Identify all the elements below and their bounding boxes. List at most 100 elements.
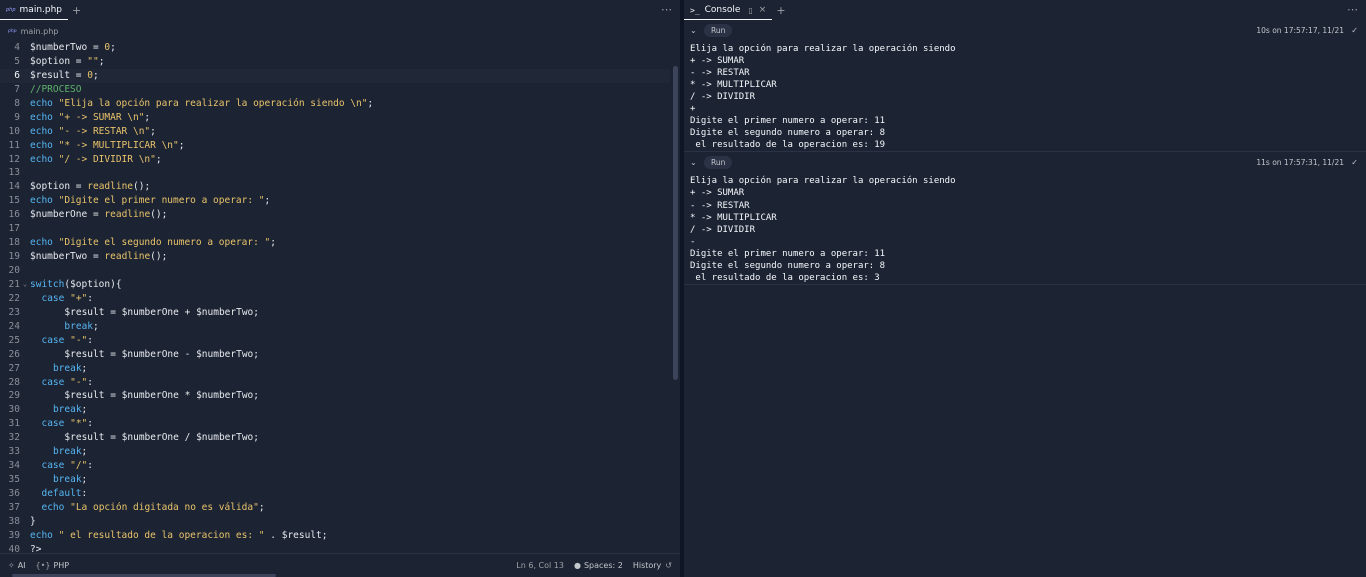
output-line: * -> MULTIPLICAR	[690, 212, 777, 223]
gutter	[20, 543, 30, 553]
output-line: +	[690, 104, 696, 115]
code-line[interactable]: 18 echo "Digite el segundo numero a opera…	[0, 236, 670, 250]
gutter	[20, 515, 30, 529]
code-line[interactable]: 8 echo "Elija la opción para realizar la …	[0, 97, 670, 111]
code-line[interactable]: 39 echo " el resultado de la operacion es…	[0, 529, 670, 543]
code-line[interactable]: 17	[0, 222, 670, 236]
code-text: echo "/ -> DIVIDIR \n";	[30, 153, 162, 165]
output-line: el resultado de la operacion es: 3	[690, 272, 880, 283]
code-line[interactable]: 11 echo "* -> MULTIPLICAR \n";	[0, 139, 670, 153]
gutter	[20, 445, 30, 459]
trash-icon[interactable]: ▯	[748, 6, 752, 15]
code-line[interactable]: 16 $numberOne = readline();	[0, 208, 670, 222]
run-badge: Run	[704, 23, 733, 37]
code-line[interactable]: 13	[0, 166, 670, 180]
code-text: $result = 0;	[30, 69, 99, 81]
chevron-down-icon[interactable]: ⌄	[690, 26, 704, 35]
line-number: 39	[8, 529, 20, 541]
code-line[interactable]: 28 case "-":	[0, 376, 670, 390]
tab-main-php[interactable]: php main.php	[0, 0, 69, 20]
code-line[interactable]: 40 ?>	[0, 543, 670, 553]
more-options-icon[interactable]: ⋯	[1347, 3, 1358, 16]
code-line[interactable]: 20	[0, 264, 670, 278]
line-number: 33	[8, 446, 20, 458]
code-line[interactable]: 35 break;	[0, 473, 670, 487]
code-line[interactable]: 14 $option = readline();	[0, 180, 670, 194]
close-icon[interactable]: ×	[759, 5, 767, 15]
code-line[interactable]: 31 case "*":	[0, 417, 670, 431]
code-text: $option = "";	[30, 55, 105, 67]
ai-button[interactable]: ✧ AI	[8, 561, 26, 570]
code-line[interactable]: 33 break;	[0, 445, 670, 459]
code-line[interactable]: 9 echo "+ -> SUMAR \n";	[0, 111, 670, 125]
code-line[interactable]: 25 case "-":	[0, 334, 670, 348]
new-tab-icon[interactable]: +	[72, 4, 81, 17]
code-text: break;	[52, 404, 88, 416]
run-output: Elija la opción para realizar la operaci…	[684, 40, 1366, 151]
cursor-position[interactable]: Ln 6, Col 13	[516, 561, 564, 570]
tab-label: main.php	[19, 5, 63, 15]
code-line[interactable]: 34 case "/":	[0, 459, 670, 473]
gutter	[20, 431, 30, 445]
code-line[interactable]: 26 $result = $numberOne - $numberTwo;	[0, 348, 670, 362]
console-pane: >_ Console ▯ × + ⋯ ⌄ Run 10s on 17:57:17, …	[684, 0, 1366, 577]
gutter	[20, 529, 30, 543]
code-editor[interactable]: 4 $numberTwo = 0; 5 $option = ""; 6 $result =…	[0, 41, 670, 553]
run-output: Elija la opción para realizar la operaci…	[684, 172, 1366, 283]
code-line[interactable]: 5 $option = "";	[0, 55, 670, 69]
chevron-down-icon[interactable]: ⌄	[690, 158, 704, 167]
fold-chevron-icon[interactable]: ⌄	[20, 278, 30, 292]
code-line[interactable]: 32 $result = $numberOne / $numberTwo;	[0, 431, 670, 445]
breadcrumb[interactable]: php main.php	[0, 24, 680, 38]
gutter	[20, 501, 30, 515]
code-text: switch($option){	[30, 278, 122, 290]
code-line[interactable]: 4 $numberTwo = 0;	[0, 41, 670, 55]
tab-console[interactable]: >_ Console ▯ ×	[684, 0, 773, 20]
code-line[interactable]: 21 ⌄ switch($option){	[0, 278, 670, 292]
line-number: 18	[8, 237, 20, 249]
new-tab-icon[interactable]: +	[776, 4, 785, 17]
editor-scrollbar[interactable]	[673, 66, 678, 380]
line-number: 10	[8, 125, 20, 137]
history-button[interactable]: History ↺	[633, 561, 672, 570]
code-line[interactable]: 19 $numberTwo = readline();	[0, 250, 670, 264]
code-line[interactable]: 22 case "+":	[0, 292, 670, 306]
line-number: 17	[8, 223, 20, 235]
code-line[interactable]: 7 //PROCESO	[0, 83, 670, 97]
line-number: 36	[8, 488, 20, 499]
code-line[interactable]: 30 break;	[0, 403, 670, 417]
run-header[interactable]: ⌄ Run 10s on 17:57:17, 11/21 ✓	[684, 20, 1366, 40]
code-line[interactable]: 12 echo "/ -> DIVIDIR \n";	[0, 153, 670, 167]
console-tabbar: >_ Console ▯ × + ⋯	[684, 0, 1366, 20]
run-badge: Run	[704, 155, 733, 169]
gutter	[20, 264, 30, 278]
code-line[interactable]: 38}	[0, 515, 670, 529]
gutter	[20, 250, 30, 264]
spaces-setting[interactable]: ● Spaces: 2	[574, 561, 623, 570]
output-line: Elija la opción para realizar la operaci…	[690, 176, 956, 187]
code-line[interactable]: 24 break;	[0, 320, 670, 334]
line-number: 14	[8, 181, 20, 193]
code-text: break;	[52, 446, 88, 458]
code-line[interactable]: 10 echo "- -> RESTAR \n";	[0, 125, 670, 139]
gutter	[20, 180, 30, 194]
output-line: - -> RESTAR	[690, 200, 750, 211]
run-header[interactable]: ⌄ Run 11s on 17:57:31, 11/21 ✓	[684, 152, 1366, 172]
language-indicator[interactable]: {•} PHP	[36, 561, 70, 570]
code-line[interactable]: 36 default:	[0, 487, 670, 501]
code-line[interactable]: 27 break;	[0, 362, 670, 376]
gutter	[20, 166, 30, 180]
line-number: 31	[8, 418, 20, 430]
code-line[interactable]: 23 $result = $numberOne + $numberTwo;	[0, 306, 670, 320]
code-line[interactable]: 15 echo "Digite el primer numero a operar…	[0, 194, 670, 208]
gutter	[20, 55, 30, 69]
code-line[interactable]: 37 echo "La opción digitada no es válida…	[0, 501, 670, 515]
code-text: case "*":	[41, 418, 93, 430]
line-number: 28	[8, 376, 20, 388]
line-number: 8	[14, 97, 20, 109]
code-line[interactable]: 6 $result = 0;	[0, 68, 670, 83]
more-options-icon[interactable]: ⋯	[661, 3, 672, 16]
code-line[interactable]: 29 $result = $numberOne * $numberTwo;	[0, 389, 670, 403]
line-number: 27	[8, 362, 20, 374]
code-text: $result = $numberOne / $numberTwo;	[64, 432, 259, 444]
